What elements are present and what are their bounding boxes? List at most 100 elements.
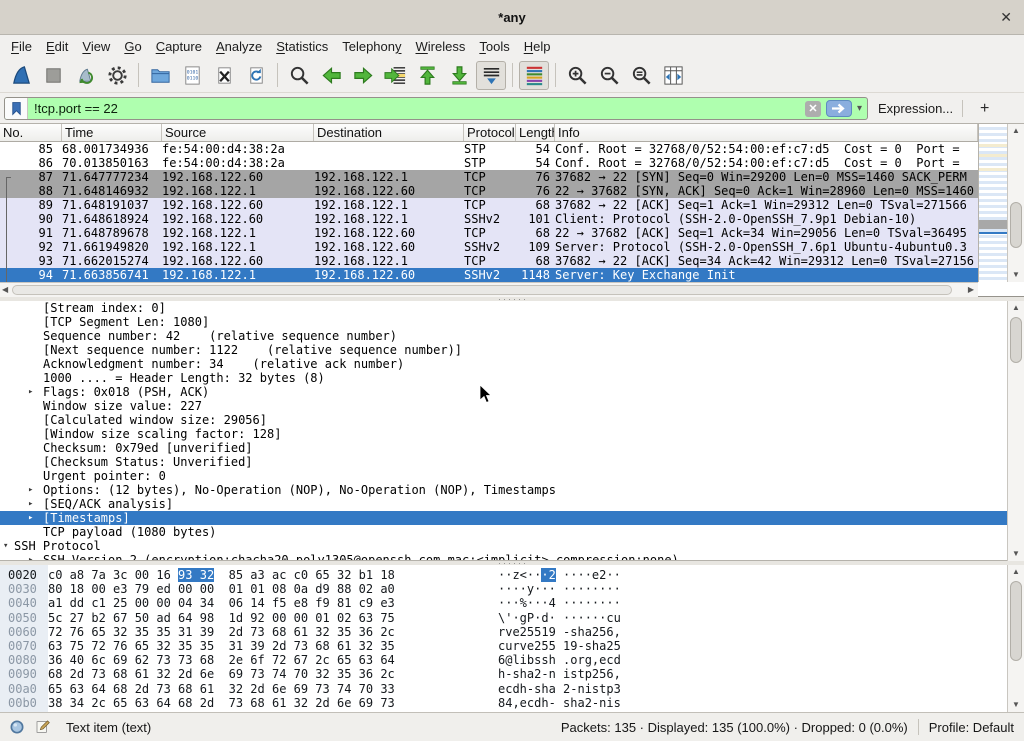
collapse-arrow-icon[interactable]: ▾	[3, 539, 8, 553]
bookmark-icon[interactable]	[5, 98, 28, 119]
detail-line[interactable]: [Calculated window size: 29056]	[0, 413, 1024, 427]
go-first-packet-button[interactable]	[412, 61, 442, 90]
packet-row-91[interactable]: 9171.648789678192.168.122.1192.168.122.6…	[0, 226, 978, 240]
expert-info-icon[interactable]	[8, 718, 26, 736]
colorize-packets-button[interactable]	[519, 61, 549, 90]
hex-row-0030[interactable]: 003080 18 00 e3 79 ed 00 00 01 01 08 0a …	[0, 582, 1024, 596]
capture-comment-icon[interactable]	[34, 718, 52, 736]
filter-dropdown-icon[interactable]: ▾	[856, 103, 867, 114]
expand-arrow-icon[interactable]: ▸	[28, 385, 33, 399]
menu-go[interactable]: Go	[117, 35, 148, 58]
column-header-no[interactable]: No.	[0, 124, 62, 141]
packet-row-88[interactable]: 8871.648146932192.168.122.1192.168.122.6…	[0, 184, 978, 198]
go-last-packet-button[interactable]	[444, 61, 474, 90]
go-next-packet-button[interactable]	[348, 61, 378, 90]
hex-row-0020[interactable]: 0020c0 a8 7a 3c 00 16 93 32 85 a3 ac c0 …	[0, 568, 1024, 582]
go-previous-packet-button[interactable]	[316, 61, 346, 90]
scroll-down-icon[interactable]: ▼	[1008, 268, 1024, 282]
auto-scroll-button[interactable]	[476, 61, 506, 90]
scroll-right-icon[interactable]: ▶	[968, 283, 974, 297]
find-packet-button[interactable]	[284, 61, 314, 90]
packet-list-vscrollbar[interactable]: ▲ ▼	[1007, 124, 1024, 282]
packet-row-90[interactable]: 9071.648618924192.168.122.60192.168.122.…	[0, 212, 978, 226]
detail-line[interactable]: [Checksum Status: Unverified]	[0, 455, 1024, 469]
hex-row-0040[interactable]: 0040a1 dd c1 25 00 00 04 34 06 14 f5 e8 …	[0, 596, 1024, 610]
hex-row-0060[interactable]: 006072 76 65 32 35 35 31 39 2d 73 68 61 …	[0, 625, 1024, 639]
detail-line[interactable]: Sequence number: 42 (relative sequence n…	[0, 329, 1024, 343]
column-header-length[interactable]: Length	[516, 124, 555, 141]
display-filter-input[interactable]: !tcp.port == 22	[28, 101, 805, 116]
detail-line[interactable]: [TCP Segment Len: 1080]	[0, 315, 1024, 329]
column-header-protocol[interactable]: Protocol	[464, 124, 516, 141]
scroll-thumb[interactable]	[1010, 202, 1022, 248]
scroll-up-icon[interactable]: ▲	[1008, 124, 1024, 138]
menu-file[interactable]: File	[4, 35, 39, 58]
detail-line[interactable]: TCP payload (1080 bytes)	[0, 525, 1024, 539]
detail-line[interactable]: Acknowledgment number: 34 (relative ack …	[0, 357, 1024, 371]
menu-help[interactable]: Help	[517, 35, 558, 58]
filter-apply-icon[interactable]	[826, 100, 852, 117]
menu-analyze[interactable]: Analyze	[209, 35, 269, 58]
scroll-down-icon[interactable]: ▼	[1008, 698, 1024, 712]
menu-capture[interactable]: Capture	[149, 35, 209, 58]
expand-arrow-icon[interactable]: ▸	[28, 483, 33, 497]
open-file-button[interactable]	[145, 61, 175, 90]
filter-add-button[interactable]: +	[974, 93, 995, 124]
detail-line[interactable]: Checksum: 0x79ed [unverified]	[0, 441, 1024, 455]
details-vscrollbar[interactable]: ▲ ▼	[1007, 301, 1024, 561]
resize-columns-button[interactable]	[658, 61, 688, 90]
expand-arrow-icon[interactable]: ▸	[28, 497, 33, 511]
close-file-button[interactable]	[209, 61, 239, 90]
window-close-button[interactable]: ✕	[1000, 0, 1012, 35]
expand-arrow-icon[interactable]: ▸	[28, 553, 33, 561]
menu-wireless[interactable]: Wireless	[409, 35, 473, 58]
detail-line[interactable]: 1000 .... = Header Length: 32 bytes (8)	[0, 371, 1024, 385]
zoom-in-button[interactable]	[562, 61, 592, 90]
save-file-button[interactable]: 01010110	[177, 61, 207, 90]
packet-row-86[interactable]: 8670.013850163fe:54:00:d4:38:2aSTP54Conf…	[0, 156, 978, 170]
hex-row-0090[interactable]: 009068 2d 73 68 61 32 2d 6e 69 73 74 70 …	[0, 667, 1024, 681]
bytes-vscrollbar[interactable]: ▲ ▼	[1007, 565, 1024, 712]
restart-capture-button[interactable]	[70, 61, 100, 90]
stop-capture-button[interactable]	[38, 61, 68, 90]
scroll-thumb[interactable]	[1010, 581, 1022, 661]
expression-button[interactable]: Expression...	[878, 93, 953, 124]
packet-row-93[interactable]: 9371.662015274192.168.122.60192.168.122.…	[0, 254, 978, 268]
capture-options-button[interactable]	[102, 61, 132, 90]
hex-row-0080[interactable]: 008036 40 6c 69 62 73 73 68 2e 6f 72 67 …	[0, 653, 1024, 667]
packet-row-85[interactable]: 8568.001734936fe:54:00:d4:38:2aSTP54Conf…	[0, 142, 978, 156]
packet-row-94[interactable]: 9471.663856741192.168.122.1192.168.122.6…	[0, 268, 978, 282]
menu-telephony[interactable]: Telephony	[335, 35, 408, 58]
menu-edit[interactable]: Edit	[39, 35, 75, 58]
display-filter-field[interactable]: !tcp.port == 22 ✕ ▾	[4, 97, 868, 120]
detail-line[interactable]: ▾SSH Protocol	[0, 539, 1024, 553]
intelligent-scrollbar-minimap[interactable]	[978, 124, 1007, 282]
detail-line[interactable]: [Next sequence number: 1122 (relative se…	[0, 343, 1024, 357]
expand-arrow-icon[interactable]: ▸	[28, 511, 33, 525]
profile-button[interactable]: Profile: Default	[929, 720, 1014, 735]
detail-line[interactable]: ▸[SEQ/ACK analysis]	[0, 497, 1024, 511]
column-header-time[interactable]: Time	[62, 124, 162, 141]
menu-tools[interactable]: Tools	[472, 35, 516, 58]
packet-row-87[interactable]: 8771.647777234192.168.122.60192.168.122.…	[0, 170, 978, 184]
scroll-thumb[interactable]	[1010, 317, 1022, 363]
zoom-original-button[interactable]	[626, 61, 656, 90]
menu-view[interactable]: View	[75, 35, 117, 58]
detail-line[interactable]: [Stream index: 0]	[0, 301, 1024, 315]
detail-line[interactable]: ▸Options: (12 bytes), No-Operation (NOP)…	[0, 483, 1024, 497]
menu-statistics[interactable]: Statistics	[269, 35, 335, 58]
detail-line[interactable]: Window size value: 227	[0, 399, 1024, 413]
filter-clear-icon[interactable]: ✕	[805, 101, 821, 117]
column-header-source[interactable]: Source	[162, 124, 314, 141]
scroll-down-icon[interactable]: ▼	[1008, 547, 1024, 561]
detail-line[interactable]: ▸[Timestamps]	[0, 511, 1024, 525]
detail-line[interactable]: ▸Flags: 0x018 (PSH, ACK)	[0, 385, 1024, 399]
reload-file-button[interactable]	[241, 61, 271, 90]
column-header-destination[interactable]: Destination	[314, 124, 464, 141]
hex-row-0070[interactable]: 007063 75 72 76 65 32 35 35 31 39 2d 73 …	[0, 639, 1024, 653]
scroll-left-icon[interactable]: ◀	[2, 283, 8, 297]
start-capture-button[interactable]	[6, 61, 36, 90]
scroll-up-icon[interactable]: ▲	[1008, 301, 1024, 315]
hex-row-00b0[interactable]: 00b038 34 2c 65 63 64 68 2d 73 68 61 32 …	[0, 696, 1024, 710]
go-to-packet-button[interactable]	[380, 61, 410, 90]
